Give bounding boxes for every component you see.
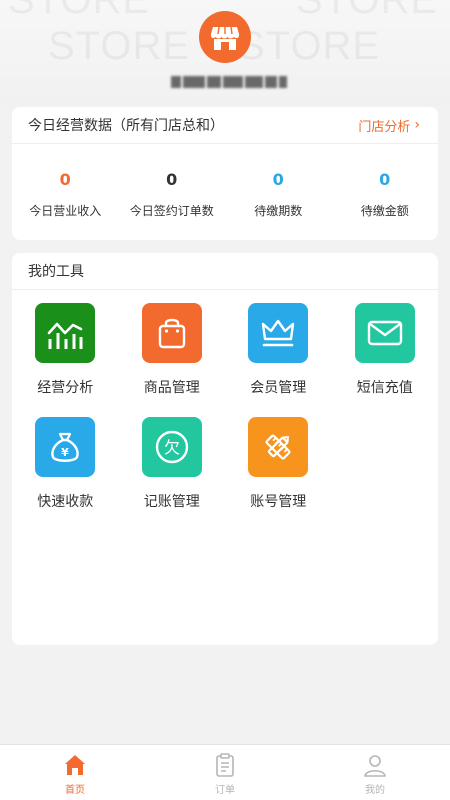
money-bag-icon: ¥ — [35, 417, 96, 477]
tool-label: 会员管理 — [250, 380, 307, 396]
watermark: STORE — [8, 0, 151, 22]
stat-revenue[interactable]: 0 今日营业收入 — [12, 144, 119, 239]
today-stats-card: 今日经营数据（所有门店总和） 门店分析 › 0 今日营业收入 0 今日签约订单数… — [12, 107, 438, 240]
watermark: STORE — [238, 24, 381, 68]
tool-member-management[interactable]: 会员管理 — [225, 303, 332, 417]
home-icon — [65, 755, 85, 775]
chart-icon — [35, 303, 96, 363]
stat-label: 待缴期数 — [254, 204, 303, 218]
tool-sms-recharge[interactable]: 短信充值 — [332, 303, 439, 417]
ruler-icon — [248, 417, 309, 477]
watermark: STORE — [296, 0, 439, 22]
tab-orders[interactable]: 订单 — [150, 745, 300, 800]
tab-mine[interactable]: 我的 — [300, 745, 450, 800]
tools-card-title: 我的工具 — [28, 264, 84, 280]
crown-icon — [248, 303, 309, 363]
tool-product-management[interactable]: 商品管理 — [119, 303, 226, 417]
svg-text:欠: 欠 — [164, 438, 180, 457]
clipboard-icon — [216, 753, 234, 777]
envelope-icon — [354, 303, 415, 363]
tool-label: 短信充值 — [356, 380, 413, 396]
tools-grid: 经营分析 商品管理 会员管理 短信充值 ¥ 快速收款 欠 记账管理 账号管理 — [12, 290, 438, 531]
stat-pending-amount[interactable]: 0 待缴金额 — [332, 144, 439, 239]
header: STORE STORE STORE STORE ███████ — [0, 0, 450, 105]
tool-business-analysis[interactable]: 经营分析 — [12, 303, 119, 417]
tool-label: 商品管理 — [143, 380, 200, 396]
tool-label: 快速收款 — [37, 494, 94, 510]
watermark: STORE — [48, 24, 191, 68]
tab-label: 订单 — [215, 785, 235, 796]
tool-label: 经营分析 — [37, 380, 94, 396]
tab-label: 我的 — [365, 785, 385, 796]
stat-label: 今日营业收入 — [29, 204, 102, 218]
stats-card-header: 今日经营数据（所有门店总和） 门店分析 › — [12, 107, 438, 144]
bottom-tab-bar: 首页 订单 我的 — [0, 744, 450, 800]
tool-account-management[interactable]: 账号管理 — [225, 417, 332, 531]
store-analysis-link[interactable]: 门店分析 › — [358, 116, 420, 135]
stat-value: 0 — [272, 170, 284, 189]
chevron-right-icon: › — [414, 117, 420, 133]
tools-card-header: 我的工具 — [12, 253, 438, 290]
tab-label: 首页 — [65, 785, 85, 796]
stat-label: 待缴金额 — [360, 204, 409, 218]
stat-value: 0 — [166, 170, 178, 189]
store-analysis-label: 门店分析 — [358, 119, 411, 135]
my-tools-card: 我的工具 经营分析 商品管理 会员管理 短信充值 ¥ 快速收款 欠 记账管理 账… — [12, 253, 438, 645]
stats-row: 0 今日营业收入 0 今日签约订单数 0 待缴期数 0 待缴金额 — [12, 144, 438, 239]
tool-quick-payment[interactable]: ¥ 快速收款 — [12, 417, 119, 531]
user-icon — [364, 755, 386, 777]
tool-label: 账号管理 — [250, 494, 307, 510]
shopping-bag-icon — [141, 303, 202, 363]
tool-label: 记账管理 — [143, 494, 200, 510]
stat-value: 0 — [379, 170, 391, 189]
stat-pending-periods[interactable]: 0 待缴期数 — [225, 144, 332, 239]
stat-value: 0 — [59, 170, 71, 189]
stats-card-title: 今日经营数据（所有门店总和） — [28, 118, 224, 134]
store-logo[interactable] — [199, 11, 251, 63]
stat-label: 今日签约订单数 — [129, 204, 214, 218]
debt-icon: 欠 — [141, 417, 202, 477]
storefront-icon — [211, 26, 239, 50]
tab-home[interactable]: 首页 — [0, 745, 150, 800]
svg-text:¥: ¥ — [61, 446, 69, 459]
store-name: ███████ — [160, 73, 300, 91]
tool-bookkeeping[interactable]: 欠 记账管理 — [119, 417, 226, 531]
stat-signed-orders[interactable]: 0 今日签约订单数 — [119, 144, 226, 239]
